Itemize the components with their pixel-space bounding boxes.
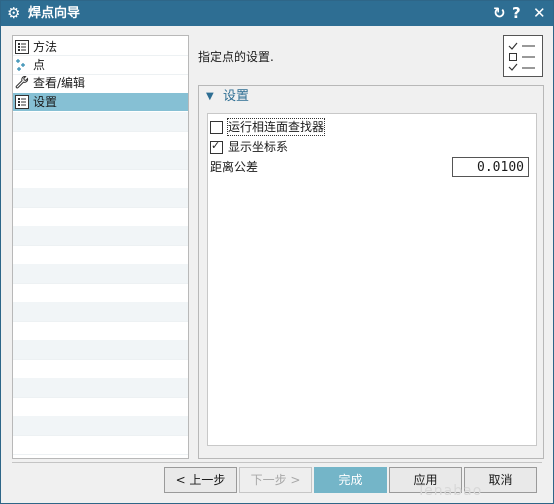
finish-button[interactable]: 完成: [314, 467, 387, 493]
next-button[interactable]: 下一步 >: [239, 467, 312, 493]
settings-group-header[interactable]: ▼ 设置: [199, 86, 543, 108]
show-csys-label[interactable]: 显示坐标系: [228, 139, 288, 155]
step-prompt: 指定点的设置.: [198, 50, 274, 64]
collapse-triangle-icon[interactable]: ▼: [206, 91, 214, 103]
wrench-icon: [15, 76, 29, 90]
sidebar-item-label: 方法: [33, 40, 58, 54]
title-bar: ⚙ 焊点向导 ↻ ? ✕: [1, 1, 553, 26]
connected-face-finder-label[interactable]: 运行相连面查找器: [226, 118, 326, 136]
watermark: Tenabao: [417, 483, 483, 499]
checklist-icon: [503, 35, 543, 77]
settings-panel: ▼ 设置 运行相连面查找器 ✓ 显示坐标系 距离公差 0.0100: [198, 85, 544, 459]
sidebar-item-settings[interactable]: 设置: [13, 93, 188, 111]
sidebar-item-view-edit[interactable]: 查看/编辑: [13, 74, 188, 92]
sidebar-item-label: 点: [33, 58, 46, 72]
settings-group-body: 运行相连面查找器 ✓ 显示坐标系 距离公差 0.0100: [207, 113, 537, 446]
group-title: 设置: [223, 89, 250, 104]
sidebar-item-method[interactable]: 方法: [13, 38, 188, 56]
points-icon: [15, 58, 29, 72]
button-separator: [12, 462, 542, 463]
list-icon: [15, 40, 29, 54]
sidebar-item-points[interactable]: 点: [13, 56, 188, 74]
distance-tolerance-label: 距离公差: [210, 160, 259, 174]
list-icon: [15, 95, 29, 109]
help-icon[interactable]: ?: [512, 4, 521, 22]
prev-button[interactable]: < 上一步: [164, 467, 237, 493]
checkmark-icon: ✓: [211, 139, 221, 152]
connected-face-finder-checkbox[interactable]: [210, 121, 223, 134]
weld-point-wizard-dialog: ⚙ 焊点向导 ↻ ? ✕ 方法 点 查看/编辑 设置 指定点的设置. ▼ 设置 …: [0, 0, 554, 504]
step-list: 方法 点 查看/编辑 设置: [12, 35, 189, 459]
reset-icon[interactable]: ↻: [493, 4, 506, 22]
show-csys-checkbox[interactable]: ✓: [210, 139, 223, 154]
distance-tolerance-input[interactable]: 0.0100: [452, 157, 529, 177]
gear-icon: ⚙: [7, 4, 21, 22]
sidebar-item-label: 设置: [33, 95, 58, 109]
dialog-title: 焊点向导: [28, 6, 81, 21]
sidebar-item-label: 查看/编辑: [33, 76, 86, 90]
close-icon[interactable]: ✕: [533, 4, 546, 22]
